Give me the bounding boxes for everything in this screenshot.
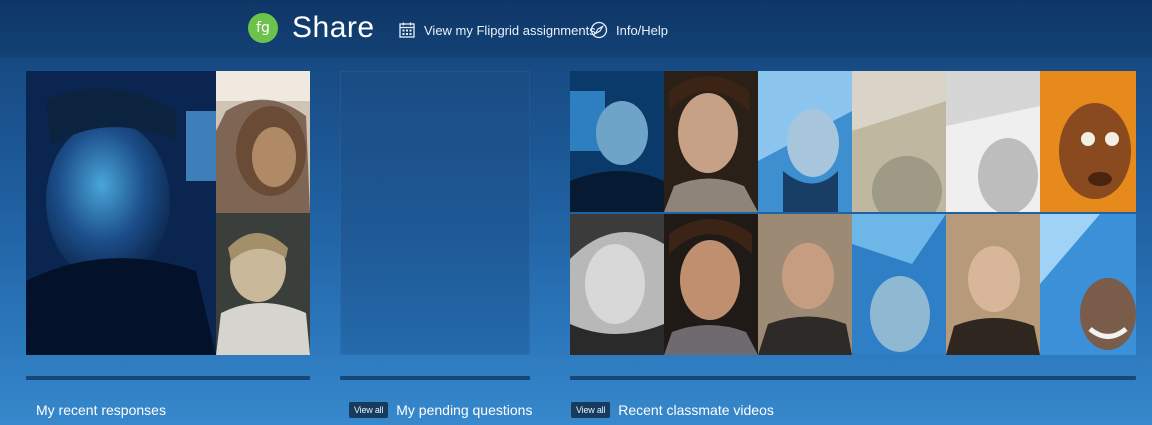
response-video-thumbnail[interactable] xyxy=(216,71,310,213)
classmate-video-thumbnail[interactable] xyxy=(946,71,1040,212)
flipgrid-logo[interactable]: fg xyxy=(248,13,278,43)
recent-responses-panel xyxy=(26,71,310,355)
compass-icon xyxy=(590,21,608,39)
page-title: Share xyxy=(292,11,375,44)
response-video-thumbnail[interactable] xyxy=(216,213,310,355)
brand: fg Share xyxy=(248,11,375,45)
view-all-pending-button[interactable]: View all xyxy=(349,402,389,418)
classmate-video-thumbnail[interactable] xyxy=(852,214,946,355)
section-divider xyxy=(570,376,1136,380)
recent-responses-label: My recent responses xyxy=(36,402,166,418)
calendar-grid-icon xyxy=(398,21,416,39)
view-assignments-link[interactable]: View my Flipgrid assignments xyxy=(398,21,596,39)
section-divider xyxy=(26,376,310,380)
view-assignments-label: View my Flipgrid assignments xyxy=(424,22,596,38)
response-video-thumbnail[interactable] xyxy=(26,71,216,355)
classmate-video-thumbnail[interactable] xyxy=(664,214,758,355)
pending-questions-panel xyxy=(340,71,530,355)
classmate-video-thumbnail[interactable] xyxy=(1040,214,1136,355)
classmate-video-thumbnail[interactable] xyxy=(570,214,664,355)
info-help-label: Info/Help xyxy=(616,22,669,38)
pending-questions-label: My pending questions xyxy=(396,402,533,418)
classmate-video-thumbnail[interactable] xyxy=(758,214,852,355)
classmate-video-thumbnail[interactable] xyxy=(946,214,1040,355)
classmate-video-thumbnail[interactable] xyxy=(1040,71,1136,212)
recent-responses-heading: My recent responses xyxy=(36,402,166,418)
classmate-video-thumbnail[interactable] xyxy=(664,71,758,212)
classmate-video-thumbnail[interactable] xyxy=(758,71,852,212)
classmate-videos-grid xyxy=(570,71,1136,355)
top-navigation-bar: fg Share View my Flipgrid assignments In… xyxy=(0,0,1152,58)
info-help-link[interactable]: Info/Help xyxy=(590,21,668,39)
classmate-videos-heading: View all Recent classmate videos xyxy=(571,402,774,418)
pending-questions-heading: View all My pending questions xyxy=(349,402,532,418)
section-divider xyxy=(340,376,530,380)
classmate-videos-label: Recent classmate videos xyxy=(618,402,774,418)
classmate-video-thumbnail[interactable] xyxy=(852,71,946,212)
view-all-classmate-button[interactable]: View all xyxy=(571,402,611,418)
classmate-video-thumbnail[interactable] xyxy=(570,71,664,212)
